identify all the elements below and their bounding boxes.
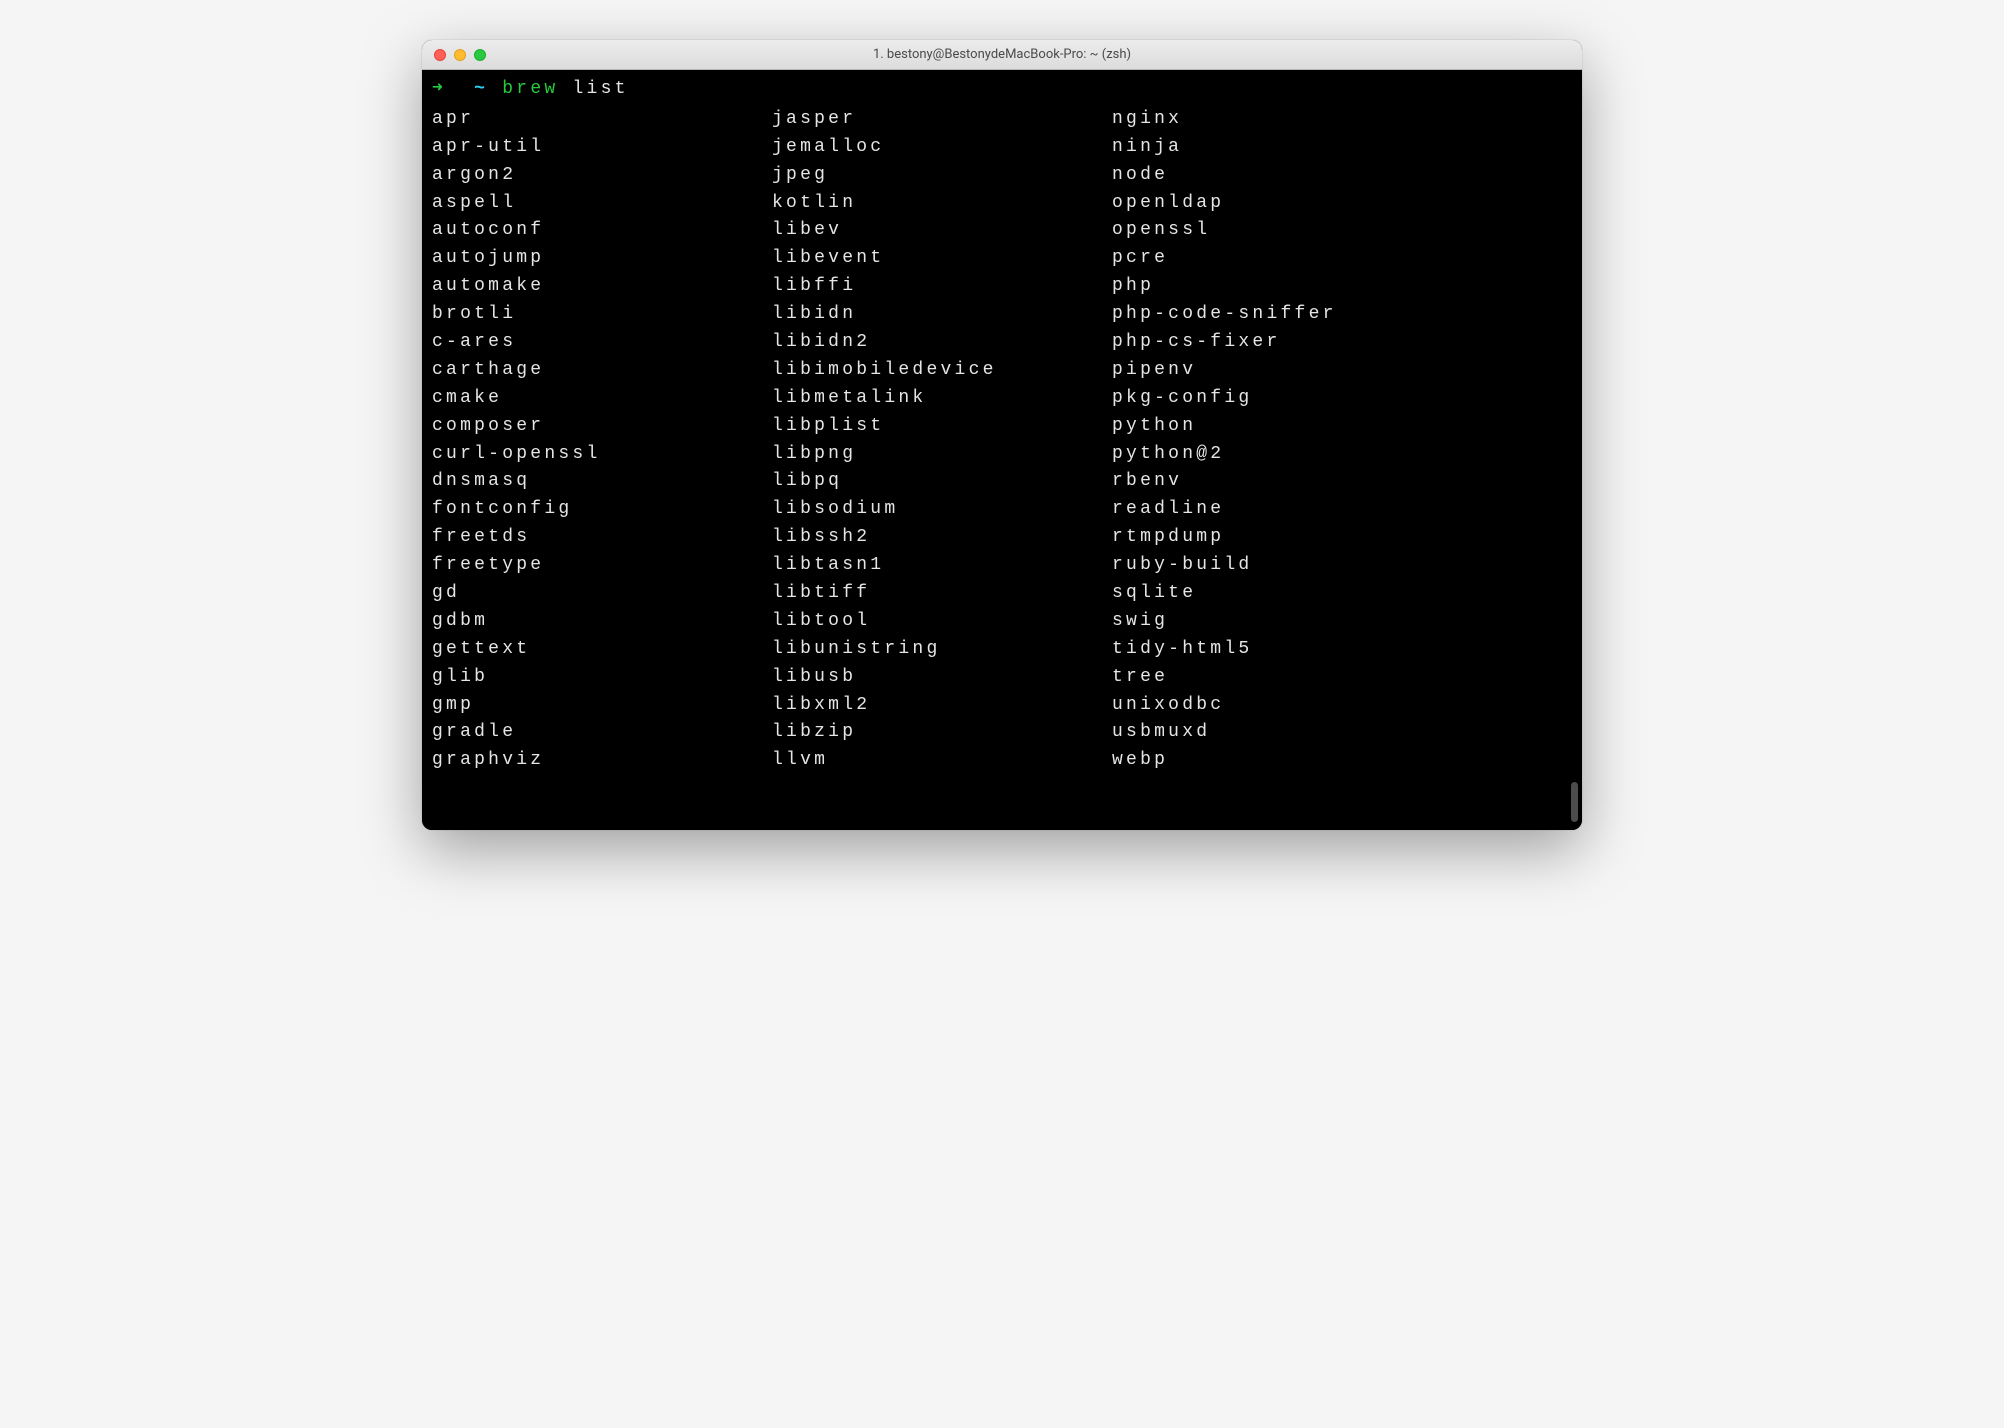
list-item: pipenv: [1112, 357, 1452, 385]
list-item: webp: [1112, 747, 1452, 775]
list-item: jpeg: [772, 162, 1112, 190]
output-col-3: nginx ninja node openldap openssl pcre p…: [1112, 106, 1452, 775]
list-item: glib: [432, 664, 772, 692]
list-item: apr: [432, 106, 772, 134]
list-item: jemalloc: [772, 134, 1112, 162]
list-item: libusb: [772, 664, 1112, 692]
list-item: libsodium: [772, 496, 1112, 524]
list-item: aspell: [432, 190, 772, 218]
list-item: c-ares: [432, 329, 772, 357]
list-item: pkg-config: [1112, 385, 1452, 413]
list-item: python@2: [1112, 441, 1452, 469]
traffic-lights: [434, 49, 486, 61]
window-title: 1. bestony@BestonydeMacBook-Pro: ~ (zsh): [422, 47, 1582, 62]
list-item: libmetalink: [772, 385, 1112, 413]
list-item: apr-util: [432, 134, 772, 162]
list-item: libimobiledevice: [772, 357, 1112, 385]
list-item: libxml2: [772, 692, 1112, 720]
list-item: pcre: [1112, 245, 1452, 273]
list-item: openssl: [1112, 217, 1452, 245]
prompt-line: ➜ ~ brew list: [432, 76, 1572, 104]
maximize-icon[interactable]: [474, 49, 486, 61]
list-item: carthage: [432, 357, 772, 385]
list-item: gettext: [432, 636, 772, 664]
list-item: gdbm: [432, 608, 772, 636]
titlebar[interactable]: 1. bestony@BestonydeMacBook-Pro: ~ (zsh): [422, 40, 1582, 70]
list-item: swig: [1112, 608, 1452, 636]
list-item: libpq: [772, 468, 1112, 496]
list-item: openldap: [1112, 190, 1452, 218]
list-item: composer: [432, 413, 772, 441]
list-item: libunistring: [772, 636, 1112, 664]
list-item: libplist: [772, 413, 1112, 441]
list-item: kotlin: [772, 190, 1112, 218]
list-item: cmake: [432, 385, 772, 413]
list-item: node: [1112, 162, 1452, 190]
terminal-window: 1. bestony@BestonydeMacBook-Pro: ~ (zsh)…: [422, 40, 1582, 830]
list-item: python: [1112, 413, 1452, 441]
list-item: libtasn1: [772, 552, 1112, 580]
list-item: fontconfig: [432, 496, 772, 524]
list-item: llvm: [772, 747, 1112, 775]
minimize-icon[interactable]: [454, 49, 466, 61]
list-item: freetds: [432, 524, 772, 552]
list-item: libssh2: [772, 524, 1112, 552]
list-item: php-code-sniffer: [1112, 301, 1452, 329]
list-item: automake: [432, 273, 772, 301]
list-item: gmp: [432, 692, 772, 720]
terminal-viewport[interactable]: ➜ ~ brew list apr apr-util argon2 aspell…: [422, 70, 1582, 830]
list-item: libtiff: [772, 580, 1112, 608]
scrollbar-thumb[interactable]: [1571, 782, 1578, 822]
list-item: libev: [772, 217, 1112, 245]
list-item: ruby-build: [1112, 552, 1452, 580]
list-item: ninja: [1112, 134, 1452, 162]
list-item: tidy-html5: [1112, 636, 1452, 664]
output-col-1: apr apr-util argon2 aspell autoconf auto…: [432, 106, 772, 775]
list-item: libzip: [772, 719, 1112, 747]
list-item: gd: [432, 580, 772, 608]
close-icon[interactable]: [434, 49, 446, 61]
list-item: sqlite: [1112, 580, 1452, 608]
list-item: libevent: [772, 245, 1112, 273]
list-item: libidn: [772, 301, 1112, 329]
list-item: graphviz: [432, 747, 772, 775]
list-item: gradle: [432, 719, 772, 747]
output-columns: apr apr-util argon2 aspell autoconf auto…: [432, 106, 1572, 775]
list-item: rbenv: [1112, 468, 1452, 496]
list-item: readline: [1112, 496, 1452, 524]
list-item: usbmuxd: [1112, 719, 1452, 747]
output-col-2: jasper jemalloc jpeg kotlin libev libeve…: [772, 106, 1112, 775]
list-item: tree: [1112, 664, 1452, 692]
list-item: curl-openssl: [432, 441, 772, 469]
list-item: rtmpdump: [1112, 524, 1452, 552]
list-item: freetype: [432, 552, 772, 580]
list-item: brotli: [432, 301, 772, 329]
list-item: jasper: [772, 106, 1112, 134]
list-item: unixodbc: [1112, 692, 1452, 720]
prompt-command: brew: [502, 79, 558, 99]
prompt-arrow-icon: ➜: [432, 79, 446, 99]
list-item: autoconf: [432, 217, 772, 245]
list-item: libtool: [772, 608, 1112, 636]
list-item: dnsmasq: [432, 468, 772, 496]
list-item: php-cs-fixer: [1112, 329, 1452, 357]
list-item: libpng: [772, 441, 1112, 469]
list-item: argon2: [432, 162, 772, 190]
list-item: libffi: [772, 273, 1112, 301]
list-item: nginx: [1112, 106, 1452, 134]
list-item: libidn2: [772, 329, 1112, 357]
list-item: autojump: [432, 245, 772, 273]
prompt-cwd: ~: [474, 79, 488, 99]
list-item: php: [1112, 273, 1452, 301]
prompt-args: list: [572, 79, 628, 99]
